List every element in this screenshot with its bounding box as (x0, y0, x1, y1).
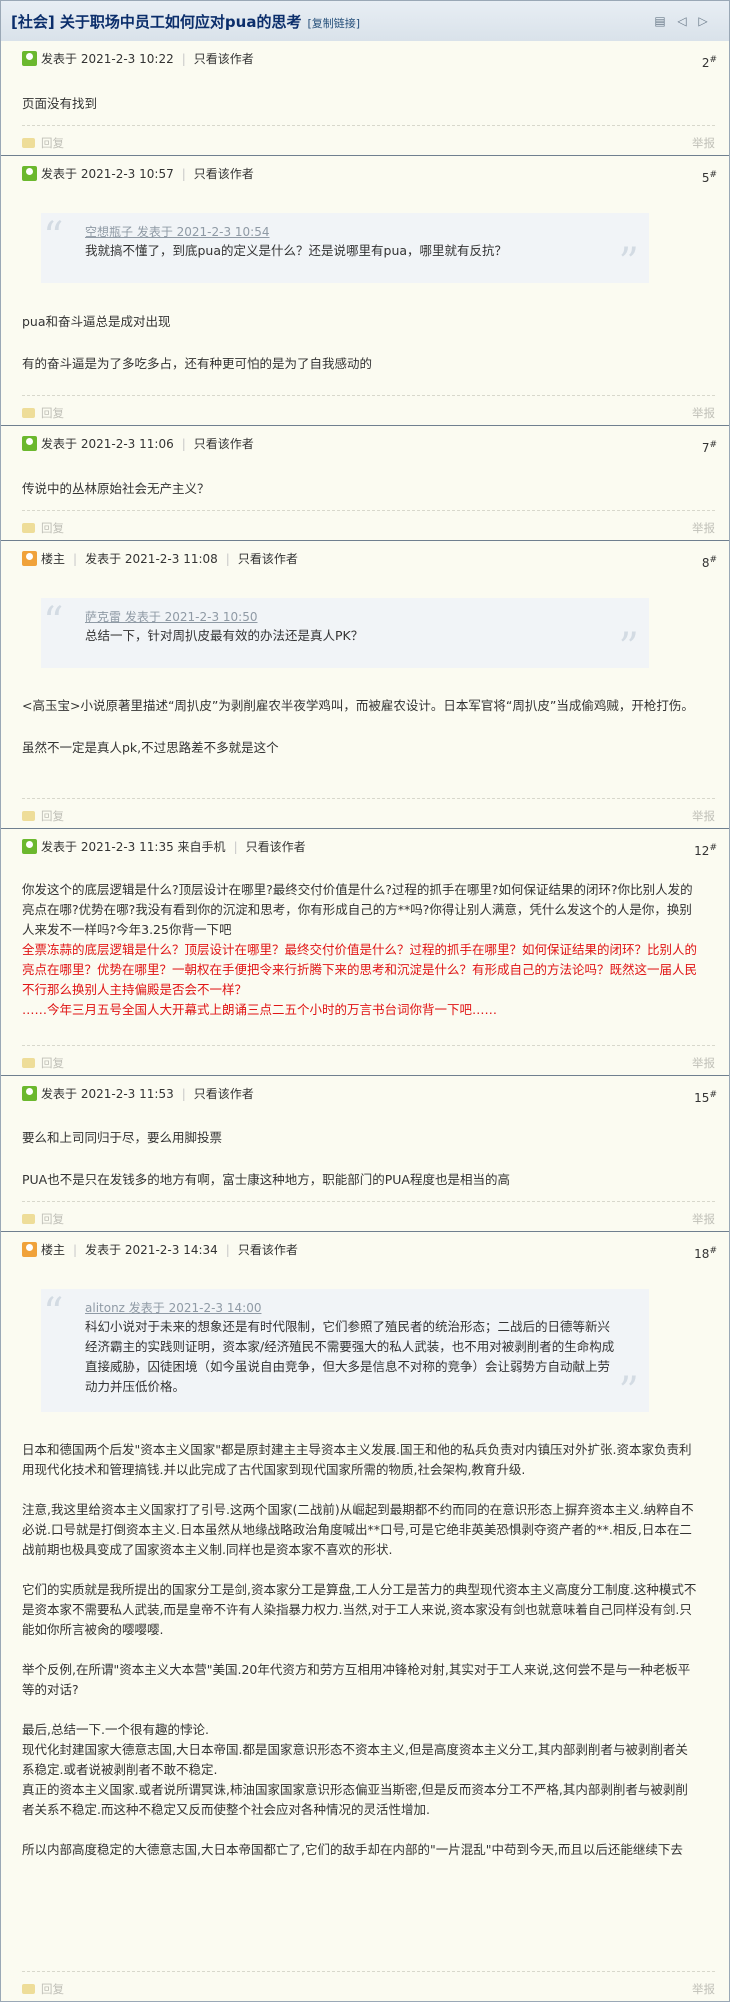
next-icon[interactable]: ▷ (695, 13, 711, 29)
post-time: 2021-2-3 11:53 (80, 1087, 174, 1101)
post-time: 2021-2-3 10:57 (80, 167, 174, 181)
print-icon[interactable]: ▤ (652, 13, 668, 29)
post-body: <高玉宝>小说原著里描述“周扒皮”为剥削雇农半夜学鸡叫，而被雇农设计。日本军官将… (22, 698, 694, 755)
reply-button[interactable]: 回复 (22, 405, 64, 421)
post-floor-5: 发表于 2021-2-3 10:57 | 只看该作者 5# “ 空想瓶子 发表于 2… (1, 156, 729, 426)
avatar (22, 436, 37, 451)
post-body: 要么和上司同归于尽，要么用脚投票 PUA也不是只在发钱多的地方有啊，富士康这种地… (22, 1130, 510, 1187)
thread-title: [社会] 关于职场中员工如何应对pua的思考 [复制链接] (11, 13, 361, 31)
reply-button[interactable]: 回复 (22, 520, 64, 536)
post-body: 你发这个的底层逻辑是什么?顶层设计在哪里?最终交付价值是什么?过程的抓手在哪里?… (22, 880, 699, 1020)
from-mobile-label: 来自手机 (177, 840, 226, 854)
reply-button[interactable]: 回复 (22, 1055, 64, 1071)
avatar (22, 1086, 37, 1101)
quote-text: 科幻小说对于未来的想象还是有时代限制，它们参照了殖民者的统治形态；二战后的日德等… (85, 1319, 615, 1394)
only-author-link[interactable]: 只看该作者 (194, 437, 254, 451)
post-time: 2021-2-3 14:34 (124, 1243, 218, 1257)
post-body: 传说中的丛林原始社会无产主义？ (22, 481, 210, 496)
floor-number[interactable]: 2# (702, 55, 717, 70)
floor-number[interactable]: 15# (694, 1090, 717, 1105)
floor-number[interactable]: 5# (702, 170, 717, 185)
report-button[interactable]: 举报 (692, 1055, 715, 1071)
only-author-link[interactable]: 只看该作者 (194, 167, 254, 181)
thread-title-bar: [社会] 关于职场中员工如何应对pua的思考 [复制链接] ▤ ◁ ▷ (1, 1, 729, 42)
thread-container: [社会] 关于职场中员工如何应对pua的思考 [复制链接] ▤ ◁ ▷ 发表于 2… (0, 0, 730, 2002)
close-quote-icon: ” (618, 1369, 639, 1415)
quote-block: “ alitonz 发表于 2021-2-3 14:00 科幻小说对于未来的想象… (41, 1289, 649, 1412)
open-quote-icon: “ (43, 599, 64, 645)
open-quote-icon: “ (43, 214, 64, 260)
reply-button[interactable]: 回复 (22, 135, 64, 151)
host-avatar (22, 551, 37, 566)
only-author-link[interactable]: 只看该作者 (246, 840, 306, 854)
reply-button[interactable]: 回复 (22, 1981, 64, 1997)
post-body: 日本和德国两个后发"资本主义国家"都是原封建主主导资本主义发展.国王和他的私兵负… (22, 1442, 697, 1857)
quote-block: “ 空想瓶子 发表于 2021-2-3 10:54 我就搞不懂了，到底pua的定… (41, 213, 649, 283)
post-body: pua和奋斗逼总是成对出现 有的奋斗逼是为了多吃多占，还有种更可怕的是为了自我感… (22, 314, 373, 371)
quote-text: 我就搞不懂了，到底pua的定义是什么？还是说哪里有pua，哪里就有反抗？ (85, 243, 508, 258)
host-label: 楼主 (41, 1243, 66, 1257)
post-text: 你发这个的底层逻辑是什么?顶层设计在哪里?最终交付价值是什么?过程的抓手在哪里?… (22, 882, 693, 937)
post-floor-2: 发表于 2021-2-3 10:22 | 只看该作者 2# 页面没有找到 回复 举报 (1, 41, 729, 156)
close-quote-icon: ” (618, 240, 639, 286)
report-button[interactable]: 举报 (692, 808, 715, 824)
report-button[interactable]: 举报 (692, 135, 715, 151)
post-time: 2021-2-3 11:08 (124, 552, 218, 566)
post-time: 2021-2-3 10:22 (80, 52, 174, 66)
floor-number[interactable]: 8# (702, 555, 717, 570)
report-button[interactable]: 举报 (692, 1981, 715, 1997)
report-button[interactable]: 举报 (692, 405, 715, 421)
post-floor-15: 发表于 2021-2-3 11:53 | 只看该作者 15# 要么和上司同归于尽，要… (1, 1076, 729, 1232)
post-floor-8: 楼主 | 发表于 2021-2-3 11:08 | 只看该作者 8# “ 萨克雷 发表于… (1, 541, 729, 829)
report-button[interactable]: 举报 (692, 520, 715, 536)
close-quote-icon: ” (618, 625, 639, 671)
quote-author[interactable]: 空想瓶子 发表于 2021-2-3 10:54 (85, 223, 270, 240)
floor-number[interactable]: 18# (694, 1246, 717, 1261)
reply-icon (22, 1984, 35, 1994)
avatar (22, 839, 37, 854)
post-time: 2021-2-3 11:06 (80, 437, 174, 451)
post-floor-12: 发表于 2021-2-3 11:35 来自手机 | 只看该作者 12# 你发这个的底… (1, 829, 729, 1076)
reply-button[interactable]: 回复 (22, 1211, 64, 1227)
post-floor-7: 发表于 2021-2-3 11:06 | 只看该作者 7# 传说中的丛林原始社会无产… (1, 426, 729, 541)
floor-number[interactable]: 12# (694, 843, 717, 858)
highlight-text: 全票冻蒜的底层逻辑是什么？顶层设计在哪里？最终交付价值是什么？过程的抓手在哪里？… (22, 942, 698, 997)
avatar (22, 166, 37, 181)
post-floor-18: 楼主 | 发表于 2021-2-3 14:34 | 只看该作者 18# “ aliton… (1, 1232, 729, 2001)
reply-icon (22, 138, 35, 148)
quote-block: “ 萨克雷 发表于 2021-2-3 10:50 总结一下，针对周扒皮最有效的办… (41, 598, 649, 668)
only-author-link[interactable]: 只看该作者 (194, 52, 254, 66)
reply-icon (22, 408, 35, 418)
quote-author[interactable]: 萨克雷 发表于 2021-2-3 10:50 (85, 608, 258, 625)
reply-icon (22, 1214, 35, 1224)
avatar (22, 51, 37, 66)
quote-text: 总结一下，针对周扒皮最有效的办法还是真人PK？ (85, 628, 364, 643)
only-author-link[interactable]: 只看该作者 (238, 552, 298, 566)
reply-button[interactable]: 回复 (22, 808, 64, 824)
host-label: 楼主 (41, 552, 66, 566)
host-avatar (22, 1242, 37, 1257)
only-author-link[interactable]: 只看该作者 (238, 1243, 298, 1257)
reply-icon (22, 1058, 35, 1068)
floor-number[interactable]: 7# (702, 440, 717, 455)
prev-icon[interactable]: ◁ (674, 13, 690, 29)
copy-link[interactable]: [复制链接] (307, 17, 360, 30)
highlight-tail: ……今年三月五号全国人大开幕式上朗诵三点二五个小时的万言书台词你背一下吧…… (22, 1002, 498, 1017)
post-body: 页面没有找到 (22, 96, 98, 111)
open-quote-icon: “ (43, 1290, 64, 1336)
reply-icon (22, 811, 35, 821)
reply-icon (22, 523, 35, 533)
only-author-link[interactable]: 只看该作者 (194, 1087, 254, 1101)
quote-author[interactable]: alitonz 发表于 2021-2-3 14:00 (85, 1299, 261, 1316)
post-time: 2021-2-3 11:35 (80, 840, 174, 854)
report-button[interactable]: 举报 (692, 1211, 715, 1227)
